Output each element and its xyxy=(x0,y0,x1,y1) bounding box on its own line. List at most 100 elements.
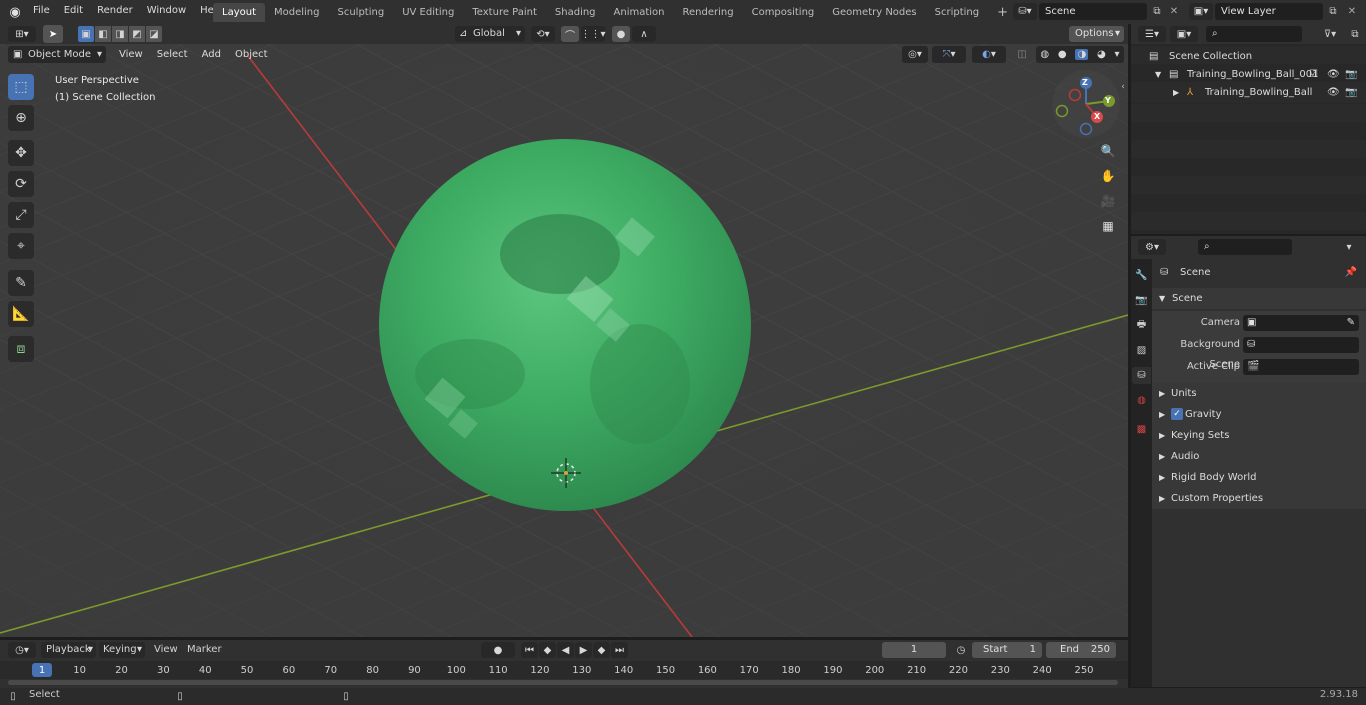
display-mode-button[interactable]: ▣▾ xyxy=(1170,26,1198,42)
properties-editor-type-button[interactable]: ⚙▾ xyxy=(1138,239,1166,255)
rigid-body-world-panel-header[interactable]: ▶ Rigid Body World xyxy=(1152,467,1366,488)
timeline-scrollbar[interactable] xyxy=(8,680,1118,685)
tab-modeling[interactable]: Modeling xyxy=(265,3,329,22)
gravity-checkbox-icon[interactable]: ✓ xyxy=(1171,408,1183,420)
camera-field[interactable]: ▣ ✎ xyxy=(1243,315,1359,331)
sidebar-toggle-icon[interactable]: ‹ xyxy=(1119,80,1127,94)
properties-options-chevron-icon[interactable]: ▾ xyxy=(1341,239,1357,255)
tab-rendering[interactable]: Rendering xyxy=(674,3,743,22)
visibility-button[interactable]: ◎▾ xyxy=(902,46,928,63)
menu-render[interactable]: Render xyxy=(90,0,140,22)
mode-dropdown[interactable]: ▣ Object Mode ▾ xyxy=(8,46,106,63)
options-dropdown[interactable]: Options ▾ xyxy=(1069,26,1124,42)
gravity-panel-header[interactable]: ▶ ✓ Gravity xyxy=(1152,404,1366,425)
active-clip-field[interactable]: 🎬 xyxy=(1243,359,1359,375)
units-panel-header[interactable]: ▶ Units xyxy=(1152,383,1366,404)
timeline-marker-menu[interactable]: Marker xyxy=(187,642,222,658)
menu-add[interactable]: Add xyxy=(195,46,228,63)
select-invert-icon[interactable]: ◩ xyxy=(129,26,145,42)
render-tab-icon[interactable]: 📷 xyxy=(1135,292,1147,309)
view-layer-field[interactable]: View Layer xyxy=(1215,3,1323,20)
expand-arrow-icon[interactable]: ▶ xyxy=(1173,82,1179,103)
overlays-toggle-button[interactable]: ◐ ▾ xyxy=(972,46,1006,63)
snap-target-button[interactable]: ⋮⋮▾ xyxy=(580,26,606,42)
output-tab-icon[interactable]: 🖶 xyxy=(1137,317,1146,334)
close-scene-icon[interactable]: ✕ xyxy=(1166,3,1182,20)
view-layer-tab-icon[interactable]: ▨ xyxy=(1137,342,1146,359)
tab-scripting[interactable]: Scripting xyxy=(926,3,988,22)
current-frame-field[interactable]: 1 xyxy=(882,642,946,658)
menu-object[interactable]: Object xyxy=(228,46,275,63)
menu-window[interactable]: Window xyxy=(140,0,193,22)
xray-toggle-icon[interactable]: ◫ xyxy=(1014,46,1030,63)
background-scene-field[interactable]: ⛁ xyxy=(1243,337,1359,353)
auto-keying-button[interactable]: ● xyxy=(481,642,515,658)
solid-shading-icon[interactable]: ● xyxy=(1058,49,1067,60)
camera-render-icon[interactable]: 📷 xyxy=(1345,82,1357,103)
prev-keyframe-icon[interactable]: ◆ xyxy=(539,642,556,658)
playback-menu[interactable]: Playback ▾ xyxy=(41,642,96,658)
outliner-search-input[interactable]: ⌕ xyxy=(1206,26,1302,42)
keying-sets-panel-header[interactable]: ▶ Keying Sets xyxy=(1152,425,1366,446)
pivot-point-button[interactable]: ⟲▾ xyxy=(531,26,555,42)
play-icon[interactable]: ▶ xyxy=(575,642,592,658)
menu-select[interactable]: Select xyxy=(150,46,195,63)
camera-view-icon[interactable]: 🎥 xyxy=(1097,190,1119,212)
tab-layout[interactable]: Layout xyxy=(213,3,265,22)
blender-logo-icon[interactable]: ◉ xyxy=(6,3,24,21)
editor-type-button[interactable]: ⊞▾ xyxy=(8,26,36,42)
tab-sculpting[interactable]: Sculpting xyxy=(329,3,394,22)
menu-edit[interactable]: Edit xyxy=(57,0,90,22)
tab-texture-paint[interactable]: Texture Paint xyxy=(463,3,546,22)
annotate-tool-icon[interactable]: ✎ xyxy=(8,270,34,296)
remove-view-layer-icon[interactable]: ✕ xyxy=(1344,3,1360,20)
select-box-tool-icon[interactable]: ⬚ xyxy=(8,74,34,100)
timeline-view-menu[interactable]: View xyxy=(154,642,178,658)
perspective-grid-icon[interactable]: ▦ xyxy=(1097,215,1119,237)
tab-compositing[interactable]: Compositing xyxy=(743,3,824,22)
rotate-tool-icon[interactable]: ⟳ xyxy=(8,171,34,197)
next-keyframe-icon[interactable]: ◆ xyxy=(593,642,610,658)
select-intersect-icon[interactable]: ◪ xyxy=(146,26,162,42)
wireframe-shading-icon[interactable]: ◍ xyxy=(1040,49,1049,60)
zoom-icon[interactable]: 🔍 xyxy=(1097,140,1119,162)
transform-tool-icon[interactable]: ⌖ xyxy=(8,233,34,259)
measure-tool-icon[interactable]: 📐 xyxy=(8,301,34,327)
preview-range-icon[interactable]: ◷ xyxy=(953,642,969,658)
scene-name-field[interactable]: Scene xyxy=(1039,3,1147,20)
start-frame-field[interactable]: Start 1 xyxy=(972,642,1042,658)
menu-file[interactable]: File xyxy=(26,0,57,22)
jump-end-icon[interactable]: ⏭ xyxy=(611,642,628,658)
new-collection-icon[interactable]: ⧉ xyxy=(1347,26,1363,42)
pin-icon[interactable]: 📌 xyxy=(1344,265,1358,279)
select-subtract-icon[interactable]: ◨ xyxy=(112,26,128,42)
tab-animation[interactable]: Animation xyxy=(605,3,674,22)
cursor-tool-icon[interactable]: ⊕ xyxy=(8,105,34,131)
tab-uv-editing[interactable]: UV Editing xyxy=(393,3,463,22)
scene-browse-button[interactable]: ⛁▾ xyxy=(1013,3,1037,20)
scene-tab-icon[interactable]: ⛁ xyxy=(1132,367,1151,384)
new-scene-icon[interactable]: ⧉ xyxy=(1149,3,1165,20)
chevron-down-icon[interactable]: ▾ xyxy=(1115,49,1120,60)
transform-orientation-dropdown[interactable]: ⊿ Global ▾ xyxy=(455,26,525,42)
proportional-edit-icon[interactable]: ● xyxy=(612,26,630,42)
tool-tab-icon[interactable]: 🔧 xyxy=(1135,267,1147,284)
rendered-shading-icon[interactable]: ◕ xyxy=(1097,49,1106,60)
play-reverse-icon[interactable]: ◀ xyxy=(557,642,574,658)
timeline-editor-type-button[interactable]: ◷▾ xyxy=(8,642,36,658)
outliner-editor-type-button[interactable]: ☰▾ xyxy=(1138,26,1166,42)
audio-panel-header[interactable]: ▶ Audio xyxy=(1152,446,1366,467)
texture-tab-icon[interactable]: ▩ xyxy=(1137,421,1146,438)
eyedropper-icon[interactable]: ✎ xyxy=(1347,315,1355,331)
new-view-layer-icon[interactable]: ⧉ xyxy=(1325,3,1341,20)
custom-properties-panel-header[interactable]: ▶ Custom Properties xyxy=(1152,488,1366,509)
active-tool-icon[interactable]: ➤ xyxy=(43,25,63,43)
select-new-icon[interactable]: ▣ xyxy=(78,26,94,42)
gizmo-toggle-button[interactable]: ⤧ ▾ xyxy=(932,46,966,63)
3d-viewport[interactable]: Z Y X User Perspective (1) Scene Collect… xyxy=(0,44,1128,637)
jump-start-icon[interactable]: ⏮ xyxy=(521,642,538,658)
tab-geometry-nodes[interactable]: Geometry Nodes xyxy=(823,3,925,22)
material-shading-icon[interactable]: ◑ xyxy=(1075,49,1089,60)
world-tab-icon[interactable]: ◍ xyxy=(1137,392,1146,409)
scene-panel-header[interactable]: ▼ Scene xyxy=(1152,288,1366,309)
